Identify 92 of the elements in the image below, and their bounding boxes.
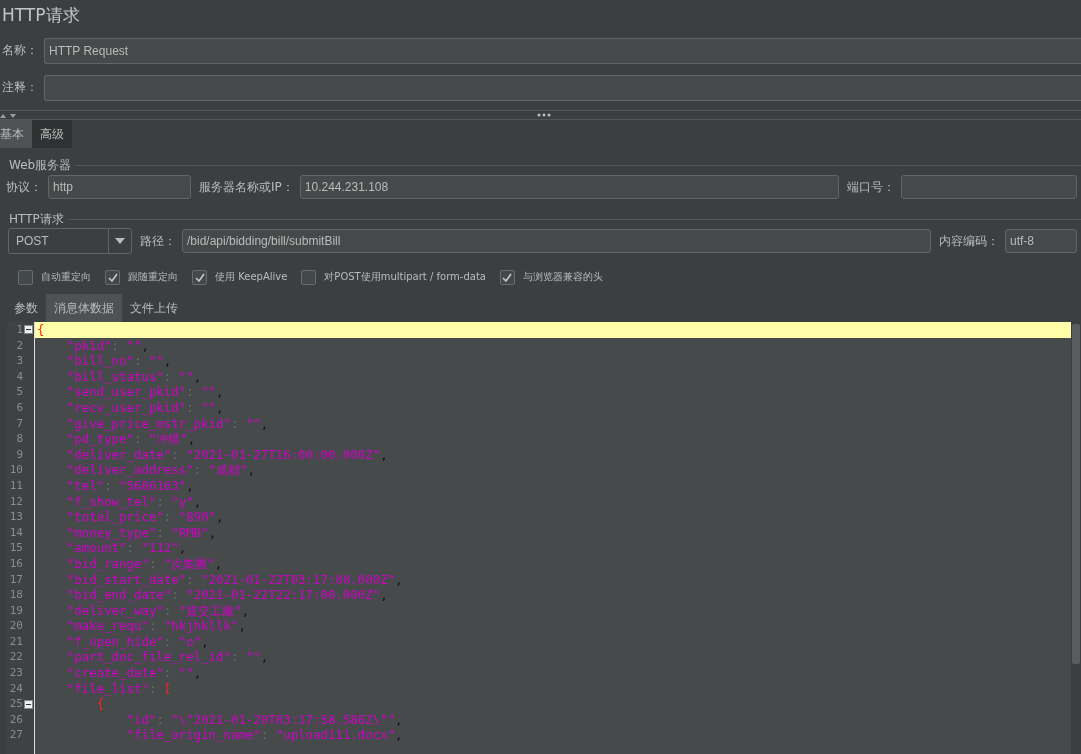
checkbox-label[interactable]: 与浏览器兼容的头 xyxy=(522,270,603,284)
code-line: "amount": "112", xyxy=(65,540,188,556)
line-number: 10 xyxy=(8,462,23,478)
encoding-field[interactable]: utf-8 xyxy=(1005,229,1077,253)
field-label: 注释： xyxy=(1,79,39,96)
checkbox-label[interactable]: 对POST使用multipart / form-data xyxy=(324,270,486,284)
path-field[interactable]: /bid/api/bidding/bill/submitBill xyxy=(182,229,931,253)
tab[interactable]: 参数 xyxy=(7,294,46,322)
line-number: 9 xyxy=(15,446,23,463)
fold-icon[interactable] xyxy=(24,325,33,335)
checkbox[interactable] xyxy=(192,269,207,285)
tab[interactable]: 消息体数据 xyxy=(46,294,122,322)
checkbox-label[interactable]: 自动重定向 xyxy=(41,270,91,284)
code-line: "deliver_date": "2021-01-27T16:00:00.000Z", xyxy=(65,446,389,463)
server-field[interactable]: 10.244.231.108 xyxy=(299,175,839,199)
code-line: "pd_type": "冲模", xyxy=(65,431,197,447)
field-label: 协议： xyxy=(5,178,43,196)
field-label: 路径： xyxy=(139,232,177,250)
code-line: "pkid": "", xyxy=(65,337,150,354)
code-line: "file_list": [ xyxy=(65,680,173,697)
line-number: 5 xyxy=(15,384,23,400)
tab[interactable]: 基本 xyxy=(0,120,32,148)
panel-title: HTTP请求 xyxy=(1,4,81,27)
checkbox[interactable] xyxy=(301,269,317,285)
code-line: "id": "\"2021-01-20T03:17:58.586Z\"", xyxy=(125,711,404,728)
code-line: "part_doc_file_rel_id": "", xyxy=(65,649,270,666)
line-number: 27 xyxy=(8,727,23,744)
line-number: 12 xyxy=(8,493,23,510)
checkbox[interactable] xyxy=(18,269,33,285)
checkbox[interactable] xyxy=(105,269,120,285)
name-field[interactable]: HTTP Request xyxy=(44,37,1081,64)
code-line: "money_type": "RMB", xyxy=(65,524,218,541)
line-number: 20 xyxy=(8,618,23,634)
code-line: "f_show_tel": "y", xyxy=(65,493,203,510)
line-number: 8 xyxy=(15,431,23,447)
checkbox-label[interactable]: 使用 KeepAlive xyxy=(215,270,288,284)
code-line: "file_origin_name": "upload111.docx", xyxy=(125,727,404,744)
line-number: 14 xyxy=(8,524,23,541)
line-number: 4 xyxy=(15,368,23,385)
line-number: 2 xyxy=(15,337,23,354)
protocol-field[interactable]: http xyxy=(48,175,191,199)
code-line: "bill_no": "", xyxy=(65,353,173,369)
field-label: 名称： xyxy=(1,42,39,59)
code-editor[interactable] xyxy=(7,322,1081,754)
code-line: "create_date": "", xyxy=(65,665,203,681)
line-number: 17 xyxy=(8,571,23,588)
line-number: 26 xyxy=(8,711,23,728)
code-line: "give_price_mstr_pkid": "", xyxy=(65,415,270,432)
tab[interactable]: 高级 xyxy=(32,120,72,148)
code-line: "send_user_pkid": "", xyxy=(65,384,225,400)
field-label: 端口号： xyxy=(846,178,896,196)
line-number: 3 xyxy=(15,353,23,369)
code-line: "f_open_hide": "o", xyxy=(65,633,210,650)
code-line: "recv_user_pkid": "", xyxy=(65,399,225,416)
line-number: 15 xyxy=(8,540,23,556)
line-number: 23 xyxy=(8,665,23,681)
line-number: 16 xyxy=(8,555,23,572)
tab[interactable]: 文件上传 xyxy=(122,294,186,322)
code-line: "deliver_way": "貨交工廠", xyxy=(65,602,251,619)
code-line: "bid_end_date": "2021-01-22T22:17:00.000Z", xyxy=(65,587,389,603)
code-line: "bid_start_date": "2021-01-22T03:17:00.000Z", xyxy=(65,571,404,588)
caret-icon xyxy=(115,238,125,244)
field-label: 服务器名称或IP： xyxy=(198,178,295,196)
fold-icon[interactable] xyxy=(24,699,33,709)
scrollbar[interactable] xyxy=(1071,322,1081,754)
line-number: 25 xyxy=(8,696,23,712)
code-line: "tel": "5686163", xyxy=(65,477,195,494)
line-number: 7 xyxy=(15,415,23,432)
group-legend: Web服务器 xyxy=(9,156,72,174)
line-number: 24 xyxy=(8,680,23,697)
line-number: 22 xyxy=(8,649,23,666)
line-number: 21 xyxy=(8,633,23,650)
code-line: { xyxy=(95,696,106,712)
comment-field[interactable] xyxy=(44,74,1081,101)
code-line: "total_price": "890", xyxy=(65,509,225,525)
line-number: 18 xyxy=(8,587,23,603)
checkbox-label[interactable]: 跟随重定向 xyxy=(128,270,178,284)
field-label: 内容编码： xyxy=(938,232,1000,250)
line-number: 13 xyxy=(8,509,23,525)
line-number: 19 xyxy=(8,602,23,619)
group-legend: HTTP请求 xyxy=(9,210,64,228)
code-line: "deliver_address": "成都", xyxy=(65,462,256,478)
line-number: 1 xyxy=(15,322,23,338)
grip-dots-icon xyxy=(537,113,551,117)
port-field[interactable] xyxy=(901,175,1077,199)
line-number: 11 xyxy=(8,477,23,494)
method-dropdown[interactable]: POST xyxy=(8,228,132,254)
code-line: "make_requ": "hkjhkllk", xyxy=(65,618,247,634)
code-line: "bill_status": "", xyxy=(65,368,203,385)
checkbox[interactable] xyxy=(499,269,515,285)
line-number: 6 xyxy=(15,399,23,416)
code-line: "bid_range": "次集團", xyxy=(65,555,224,572)
